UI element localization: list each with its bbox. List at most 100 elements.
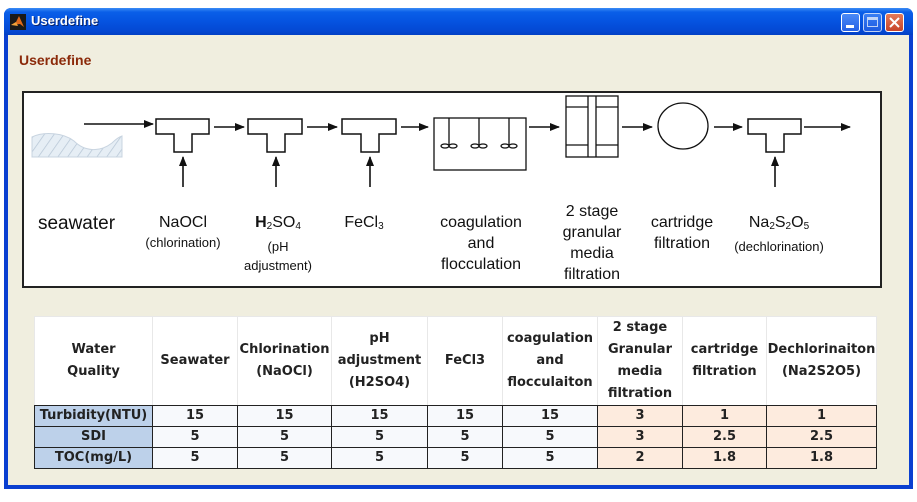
header-line: Dechlorinaiton: [767, 342, 876, 357]
table-cell: 1: [766, 405, 877, 427]
seawater-icon: [31, 133, 123, 158]
header-water-quality: Water Quality: [34, 316, 153, 406]
table-cell: 5: [502, 426, 598, 448]
table-cell: 5: [331, 447, 428, 469]
table-cell: 1.8: [682, 447, 767, 469]
header-line: Seawater: [160, 353, 230, 368]
stage-line: filtration: [563, 266, 621, 283]
header-line: filtration: [692, 364, 757, 379]
label-na2s2o5: Na2S2O5 (dechlorination): [724, 212, 834, 256]
stage-name: Na2S2O5: [748, 214, 810, 232]
title-bar[interactable]: Userdefine: [4, 8, 913, 35]
table-cell: 15: [427, 405, 503, 427]
table-cell: 3: [597, 426, 683, 448]
stage-caption: (pH: [267, 239, 289, 254]
stage-line: filtration: [653, 235, 711, 252]
close-icon: [889, 17, 900, 28]
header-line: Quality: [67, 364, 120, 379]
stage-caption: (chlorination): [145, 235, 221, 250]
stage-line: and: [467, 235, 495, 252]
table-cell: 15: [331, 405, 428, 427]
column-header: coagulation and flocculaiton: [502, 316, 598, 406]
header-line: media: [617, 364, 663, 379]
stage-caption: adjustment): [244, 258, 312, 273]
stage-line: granular: [562, 224, 622, 241]
label-seawater: seawater: [37, 213, 116, 234]
header-line: pH: [369, 331, 390, 346]
header-line: cartridge: [690, 342, 759, 357]
dosing-tee-naocl: [155, 118, 210, 153]
dosing-tee-h2so4: [247, 118, 303, 153]
dosing-tee-fecl3: [341, 118, 397, 153]
water-quality-table: Water Quality Seawater Chlorination (NaOCl) p…: [34, 316, 877, 469]
table-cell: 15: [502, 405, 598, 427]
table-cell: 5: [331, 426, 428, 448]
table-cell: 5: [427, 447, 503, 469]
dosing-tee-na2s2o5: [747, 118, 802, 153]
matlab-icon: [10, 14, 26, 30]
maximize-icon: [867, 17, 878, 27]
column-header: Seawater: [152, 316, 238, 406]
table-cell: 15: [152, 405, 238, 427]
stage-line: 2 stage: [565, 203, 619, 220]
row-header: TOC(mg/L): [34, 447, 153, 469]
stage-caption: (dechlorination): [734, 239, 824, 254]
header-line: adjustment: [337, 353, 422, 368]
header-line: and: [536, 353, 564, 368]
column-header: pH adjustment (H2SO4): [331, 316, 428, 406]
table-row: Turbidity(NTU) 15 15 15 15 15 3 1 1: [34, 405, 877, 427]
cartridge-filter: [657, 102, 709, 150]
table-cell: 5: [502, 447, 598, 469]
table-cell: 1: [682, 405, 767, 427]
table-row: TOC(mg/L) 5 5 5 5 5 2 1.8 1.8: [34, 447, 877, 469]
window-title: Userdefine: [31, 13, 99, 28]
row-header: Turbidity(NTU): [34, 405, 153, 427]
app-window: Userdefine Userdefine seawater NaOCl (ch…: [4, 8, 913, 489]
client-area: Userdefine seawater NaOCl (chlorination)…: [8, 35, 909, 485]
table-cell: 2.5: [682, 426, 767, 448]
stage-line: coagulation: [440, 214, 522, 231]
header-line: (H2SO4): [348, 375, 411, 390]
granular-media-filter: [565, 95, 619, 158]
table-cell: 5: [427, 426, 503, 448]
stage-name: NaOCl: [158, 214, 207, 231]
column-header: cartridge filtration: [682, 316, 767, 406]
header-line: filtration: [607, 386, 673, 401]
header-line: flocculaiton: [507, 375, 593, 390]
close-button[interactable]: [885, 13, 904, 32]
table-cell: 5: [152, 447, 238, 469]
header-line: (Na2S2O5): [781, 364, 862, 379]
column-header: Chlorination (NaOCl): [237, 316, 332, 406]
maximize-button[interactable]: [863, 13, 882, 32]
table-cell: 5: [152, 426, 238, 448]
table-row: SDI 5 5 5 5 5 3 2.5 2.5: [34, 426, 877, 448]
minimize-button[interactable]: [841, 13, 860, 32]
label-coagulation: coagulation and flocculation: [426, 212, 536, 275]
table-cell: 5: [237, 426, 332, 448]
table-cell: 2.5: [766, 426, 877, 448]
label-granular-filtration: 2 stage granular media filtration: [552, 201, 632, 285]
label-fecl3: FeCl3: [334, 212, 394, 237]
stage-line: flocculation: [440, 256, 522, 273]
header-line: (NaOCl): [256, 364, 313, 379]
header-line: Granular: [607, 342, 672, 357]
label-cartridge-filtration: cartridge filtration: [638, 212, 726, 254]
stage-name: FeCl3: [344, 214, 384, 232]
mixing-tank: [433, 117, 527, 171]
column-header: FeCl3: [427, 316, 503, 406]
header-line: 2 stage: [612, 320, 668, 335]
minimize-icon: [846, 25, 854, 28]
column-header: Dechlorinaiton (Na2S2O5): [766, 316, 877, 406]
label-naocl: NaOCl (chlorination): [136, 212, 230, 252]
stage-name: H2SO4: [255, 214, 301, 232]
table-cell: 1.8: [766, 447, 877, 469]
stage-line: media: [570, 245, 614, 262]
header-line: FeCl3: [444, 353, 486, 368]
header-line: Water: [71, 342, 116, 357]
table-cell: 5: [237, 447, 332, 469]
column-header: 2 stage Granular media filtration: [597, 316, 683, 406]
stage-line: cartridge: [650, 214, 714, 231]
table-cell: 3: [597, 405, 683, 427]
table-cell: 15: [237, 405, 332, 427]
table-header-row: Water Quality Seawater Chlorination (NaOCl) p…: [34, 316, 877, 406]
